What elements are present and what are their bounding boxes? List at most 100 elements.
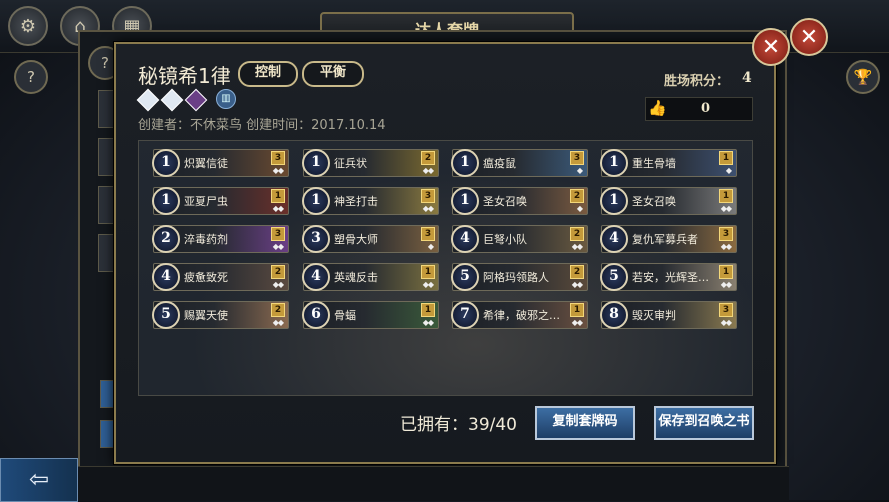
card-cost: 8	[600, 301, 628, 329]
card-item[interactable]: 1 重生骨墙 1 ◆	[600, 149, 737, 177]
card-cost: 2	[152, 225, 180, 253]
card-quantity: 3	[570, 151, 584, 165]
save-to-book-button[interactable]: 保存到召唤之书	[654, 406, 754, 440]
card-name: 重生骨墙	[632, 157, 676, 170]
card-item[interactable]: 1 圣女召唤 1 ◆◆	[600, 187, 737, 215]
card-cost: 4	[302, 263, 330, 291]
card-item[interactable]: 6 骨蝠 1 ◆◆	[302, 301, 439, 329]
card-name: 复仇军募兵者	[632, 233, 698, 246]
card-name: 神圣打击	[334, 195, 378, 208]
card-name: 炽翼信徒	[184, 157, 228, 170]
card-quantity: 1	[570, 303, 584, 317]
card-quantity: 3	[271, 227, 285, 241]
card-cost: 1	[451, 149, 479, 177]
win-score-label: 胜场积分：	[664, 74, 730, 89]
likes-box[interactable]: 👍 0	[645, 97, 753, 121]
card-quantity: 2	[570, 265, 584, 279]
stats-chart-icon[interactable]: ▥	[216, 89, 236, 109]
copy-deck-code-button[interactable]: 复制套牌码	[535, 406, 635, 440]
card-item[interactable]: 1 亚夏尸虫 1 ◆◆	[152, 187, 289, 215]
card-name: 巨弩小队	[483, 233, 527, 246]
card-name: 希律，破邪之…	[483, 309, 560, 322]
card-quantity: 1	[719, 189, 733, 203]
help-icon[interactable]: ?	[14, 60, 48, 94]
rarity-icon: ◆◆	[422, 318, 434, 327]
faction-gems	[136, 88, 208, 112]
card-item[interactable]: 3 塑骨大师 3 ◆	[302, 225, 439, 253]
card-cost: 1	[152, 187, 180, 215]
card-name: 英魂反击	[334, 271, 378, 284]
creator-info: 创建者：不休菜鸟 创建时间：2017.10.14	[138, 118, 386, 133]
card-cost: 1	[600, 149, 628, 177]
card-cost: 1	[152, 149, 180, 177]
card-name: 骨蝠	[334, 309, 356, 322]
rarity-icon: ◆	[725, 166, 732, 175]
diamond-icon	[184, 88, 208, 112]
card-item[interactable]: 7 希律，破邪之… 1 ◆◆	[451, 301, 588, 329]
card-cost: 5	[600, 263, 628, 291]
rarity-icon: ◆◆	[272, 280, 284, 289]
card-item[interactable]: 8 毁灭审判 3 ◆◆	[600, 301, 737, 329]
card-item[interactable]: 2 淬毒药剂 3 ◆◆	[152, 225, 289, 253]
owned-count: 已拥有：39/40	[400, 415, 517, 435]
rarity-icon: ◆◆	[272, 166, 284, 175]
card-cost: 4	[451, 225, 479, 253]
thumbs-up-icon[interactable]: 👍	[648, 99, 667, 117]
card-cost: 5	[451, 263, 479, 291]
card-quantity: 2	[570, 227, 584, 241]
back-arrow-icon[interactable]: ⇦	[0, 458, 78, 502]
card-name: 圣女召唤	[483, 195, 527, 208]
diamond-icon	[160, 88, 184, 112]
card-cost: 1	[600, 187, 628, 215]
rarity-icon: ◆◆	[422, 280, 434, 289]
card-item[interactable]: 1 神圣打击 3 ◆◆	[302, 187, 439, 215]
rarity-icon: ◆◆	[720, 204, 732, 213]
card-list: 1 炽翼信徒 3 ◆◆ 1 征兵状 2 ◆◆ 1 瘟疫鼠 3 ◆ 1 重生骨墙 1 ◆ 1 亚夏尸虫 1 ◆◆ 1 神圣打…	[138, 140, 753, 396]
card-quantity: 3	[719, 227, 733, 241]
settings-gear-icon[interactable]: ⚙	[8, 6, 48, 46]
card-quantity: 3	[719, 303, 733, 317]
card-name: 瘟疫鼠	[483, 157, 516, 170]
card-name: 毁灭审判	[632, 309, 676, 322]
close-icon-back[interactable]: ✕	[790, 18, 828, 56]
card-cost: 7	[451, 301, 479, 329]
card-cost: 4	[600, 225, 628, 253]
card-quantity: 1	[271, 189, 285, 203]
card-cost: 5	[152, 301, 180, 329]
card-quantity: 1	[719, 265, 733, 279]
rarity-icon: ◆◆	[422, 166, 434, 175]
card-cost: 1	[302, 149, 330, 177]
card-cost: 6	[302, 301, 330, 329]
card-item[interactable]: 4 英魂反击 1 ◆◆	[302, 263, 439, 291]
card-item[interactable]: 4 疲惫致死 2 ◆◆	[152, 263, 289, 291]
likes-count: 0	[701, 101, 711, 116]
card-quantity: 2	[271, 303, 285, 317]
rarity-icon: ◆◆	[272, 242, 284, 251]
card-item[interactable]: 1 瘟疫鼠 3 ◆	[451, 149, 588, 177]
tag-control: 控制	[238, 61, 298, 87]
card-quantity: 3	[421, 227, 435, 241]
card-item[interactable]: 1 圣女召唤 2 ◆	[451, 187, 588, 215]
card-item[interactable]: 4 复仇军募兵者 3 ◆◆	[600, 225, 737, 253]
card-name: 塑骨大师	[334, 233, 378, 246]
card-name: 疲惫致死	[184, 271, 228, 284]
card-quantity: 1	[421, 303, 435, 317]
card-quantity: 3	[271, 151, 285, 165]
card-item[interactable]: 1 征兵状 2 ◆◆	[302, 149, 439, 177]
card-cost: 1	[302, 187, 330, 215]
card-quantity: 1	[421, 265, 435, 279]
trophy-icon[interactable]: 🏆	[846, 60, 880, 94]
rarity-icon: ◆◆	[720, 280, 732, 289]
rarity-icon: ◆	[576, 166, 583, 175]
card-item[interactable]: 1 炽翼信徒 3 ◆◆	[152, 149, 289, 177]
rarity-icon: ◆◆	[571, 318, 583, 327]
card-item[interactable]: 5 若安，光辉圣… 1 ◆◆	[600, 263, 737, 291]
card-item[interactable]: 5 赐翼天使 2 ◆◆	[152, 301, 289, 329]
rarity-icon: ◆◆	[720, 242, 732, 251]
card-name: 圣女召唤	[632, 195, 676, 208]
card-name: 若安，光辉圣…	[632, 271, 709, 284]
card-item[interactable]: 5 阿格玛领路人 2 ◆◆	[451, 263, 588, 291]
card-item[interactable]: 4 巨弩小队 2 ◆◆	[451, 225, 588, 253]
close-icon[interactable]: ✕	[752, 28, 790, 66]
card-name: 赐翼天使	[184, 309, 228, 322]
